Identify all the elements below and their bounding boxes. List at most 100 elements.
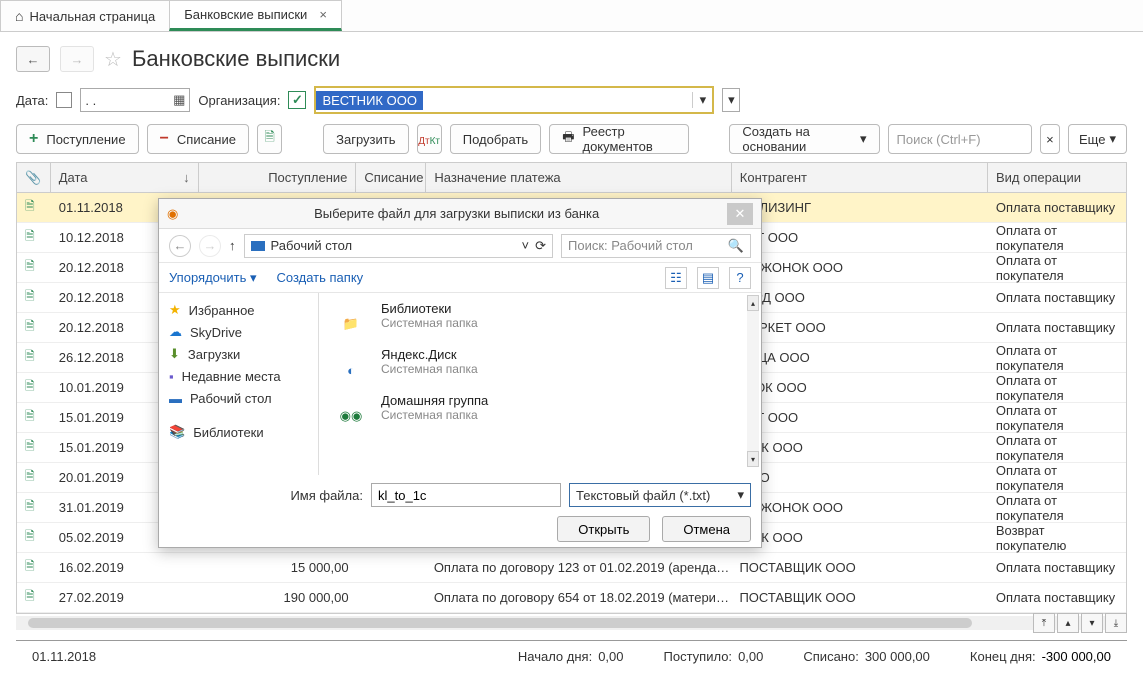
h-scrollbar[interactable]: ⤒ ▴ ▾ ⤓	[16, 616, 1127, 630]
date-field[interactable]: . . ▦	[80, 88, 190, 112]
status-out-v: 300 000,00	[865, 649, 930, 664]
document-icon: 🗎	[25, 377, 35, 398]
side-rec[interactable]: ▪Недавние места	[169, 365, 308, 387]
date-label: Дата:	[16, 93, 48, 108]
document-icon: 🗎	[25, 467, 35, 488]
newfolder-button[interactable]: Создать папку	[277, 270, 364, 285]
view-preview-icon[interactable]: ▤	[697, 267, 719, 289]
list-item[interactable]: 📁БиблиотекиСистемная папка	[331, 301, 749, 347]
row-date: 20.12.2018	[59, 290, 124, 305]
col-desc[interactable]: Назначение платежа	[426, 163, 731, 192]
document-icon: 🗎	[25, 197, 35, 218]
document-icon: 🗎	[25, 527, 35, 548]
search-clear-button[interactable]: ×	[1040, 124, 1060, 154]
col-contr[interactable]: Контрагент	[732, 163, 988, 192]
list-item[interactable]: ◐Яндекс.ДискСистемная папка	[331, 347, 749, 393]
cloud-icon: ☁	[169, 324, 182, 340]
org-checkbox[interactable]: ✓	[288, 91, 306, 109]
document-icon: 🗎	[25, 287, 35, 308]
scroll-thumb[interactable]	[28, 618, 972, 628]
pick-button[interactable]: Подобрать	[450, 124, 541, 154]
dialog-close-button[interactable]: ✕	[727, 203, 753, 225]
dlg-back-button[interactable]: ←	[169, 235, 191, 257]
side-dl[interactable]: ⬇Загрузки	[169, 343, 308, 365]
side-desk[interactable]: ▬Рабочий стол	[169, 387, 308, 409]
minus-icon: −	[160, 130, 169, 148]
scroll-bottom-button[interactable]: ⤓	[1105, 613, 1127, 633]
col-desc-label: Назначение платежа	[434, 170, 560, 185]
col-attach[interactable]: 📎	[17, 163, 51, 192]
sort-asc-icon: ↓	[183, 170, 190, 185]
dlg-fwd-button[interactable]: →	[199, 235, 221, 257]
scroll-top-button[interactable]: ⤒	[1033, 613, 1055, 633]
chevron-down-icon[interactable]: ˅	[522, 238, 530, 253]
tab-home-label: Начальная страница	[29, 9, 155, 24]
refresh-button[interactable]: 🗎	[257, 124, 282, 154]
col-op[interactable]: Вид операции	[988, 163, 1126, 192]
org-field[interactable]: ВЕСТНИК ООО ▾	[314, 86, 714, 114]
dlg-scroll-track[interactable]	[747, 311, 759, 451]
load-button[interactable]: Загрузить	[323, 124, 408, 154]
status-end-v: -300 000,00	[1042, 649, 1111, 664]
org-extra-button[interactable]: ▾	[722, 88, 740, 112]
document-icon: 🗎	[25, 587, 35, 608]
row-op: Оплата поставщику	[996, 590, 1115, 605]
document-icon: 🗎	[25, 497, 35, 518]
side-fav[interactable]: ★Избранное	[169, 299, 308, 321]
favorite-star-icon[interactable]: ☆	[104, 47, 122, 72]
table-row[interactable]: 🗎16.02.201915 000,00Оплата по договору 1…	[17, 553, 1126, 583]
filetype-select[interactable]: Текстовый файл (*.txt)▾	[569, 483, 751, 507]
registry-button[interactable]: 🖶Реестр документов	[549, 124, 688, 154]
row-in: 15 000,00	[291, 560, 349, 575]
view-list-icon[interactable]: ☷	[665, 267, 687, 289]
table-row[interactable]: 🗎27.02.2019190 000,00Оплата по договору …	[17, 583, 1126, 613]
dialog-title: Выберите файл для загрузки выписки из ба…	[186, 206, 727, 221]
row-date: 05.02.2019	[59, 530, 124, 545]
scroll-down-button[interactable]: ▾	[1081, 613, 1103, 633]
search-input[interactable]: Поиск (Ctrl+F)	[888, 124, 1032, 154]
col-in[interactable]: Поступление	[199, 163, 357, 192]
folder-icon: ◉◉	[331, 393, 371, 439]
org-dropdown-icon[interactable]: ▾	[692, 92, 712, 108]
path-field[interactable]: Рабочий стол ˅ ⟳	[244, 234, 554, 258]
document-icon: 🗎	[25, 257, 35, 278]
cancel-button[interactable]: Отмена	[662, 516, 751, 542]
dlg-scroll-up[interactable]: ▴	[747, 295, 759, 311]
row-date: 16.02.2019	[59, 560, 124, 575]
tab-home[interactable]: ⌂Начальная страница	[0, 0, 170, 31]
item-title: Библиотеки	[381, 301, 478, 316]
status-begin-l: Начало дня:	[518, 649, 592, 664]
tab-bank[interactable]: Банковские выписки×	[169, 0, 342, 31]
row-date: 01.11.2018	[59, 200, 123, 215]
nav-fwd-button[interactable]: →	[60, 46, 94, 72]
add-receipt-button[interactable]: +Поступление	[16, 124, 139, 154]
load-label: Загрузить	[336, 132, 395, 147]
add-writeoff-button[interactable]: −Списание	[147, 124, 249, 154]
scroll-up-button[interactable]: ▴	[1057, 613, 1079, 633]
more-button[interactable]: Еще▾	[1068, 124, 1127, 154]
tab-close-icon[interactable]: ×	[319, 7, 327, 22]
row-contr: ПОСТАВЩИК ООО	[739, 590, 855, 605]
create-basis-button[interactable]: Создать на основании▾	[729, 124, 879, 154]
date-checkbox[interactable]	[56, 92, 72, 108]
dlg-search-input[interactable]: Поиск: Рабочий стол 🔍	[561, 234, 751, 258]
list-item[interactable]: ◉◉Домашняя группаСистемная папка	[331, 393, 749, 439]
help-icon[interactable]: ?	[729, 267, 751, 289]
dlg-up-button[interactable]: ↑	[229, 238, 236, 253]
open-button[interactable]: Открыть	[557, 516, 650, 542]
col-out[interactable]: Списание	[356, 163, 426, 192]
calendar-icon[interactable]: ▦	[173, 92, 185, 108]
row-date: 31.01.2019	[59, 500, 124, 515]
desktop-icon: ▬	[169, 391, 182, 406]
filename-input[interactable]	[371, 483, 561, 507]
side-sky[interactable]: ☁SkyDrive	[169, 321, 308, 343]
side-lib[interactable]: 📚Библиотеки	[169, 421, 308, 443]
dtkt-button[interactable]: ДтКт	[417, 124, 442, 154]
col-date[interactable]: Дата ↓	[51, 163, 199, 192]
sort-menu[interactable]: Упорядочить ▾	[169, 270, 257, 286]
document-icon: 🗎	[25, 407, 35, 428]
col-date-label: Дата	[59, 170, 88, 185]
dlg-scroll-down[interactable]: ▾	[747, 451, 759, 467]
nav-back-button[interactable]: ←	[16, 46, 50, 72]
reload-icon[interactable]: ⟳	[535, 238, 546, 254]
